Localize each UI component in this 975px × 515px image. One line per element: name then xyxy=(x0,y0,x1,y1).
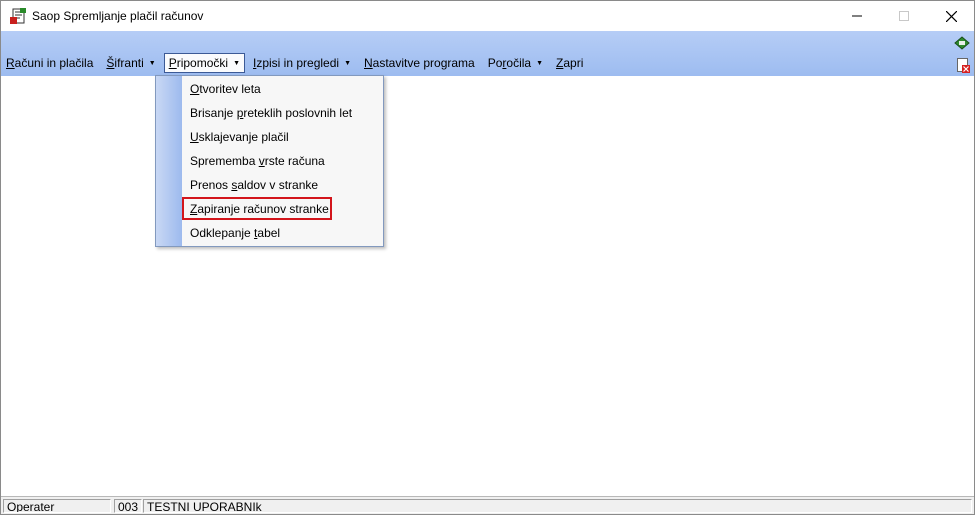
menu-item-usklajevanje-placil[interactable]: Usklajevanje plačil xyxy=(190,126,289,148)
highlight-annotation xyxy=(182,197,332,220)
close-icon xyxy=(945,10,957,22)
minimize-button[interactable] xyxy=(834,1,880,31)
menu-item-otvoritev-leta[interactable]: Otvoritev leta xyxy=(190,78,261,100)
title-bar: Saop Spremljanje plačil računov xyxy=(1,1,974,31)
menu-item-brisanje-preteklih-let[interactable]: Brisanje preteklih poslovnih let xyxy=(190,102,352,124)
menu-item-odklepanje-tabel[interactable]: Odklepanje tabel xyxy=(190,222,280,244)
menu-item-sprememba-vrste-racuna[interactable]: Sprememba vrste računa xyxy=(190,150,325,172)
maximize-button[interactable] xyxy=(881,1,927,31)
status-operator-label: Operater xyxy=(3,499,111,513)
menu-racuni-in-placila[interactable]: Računi in plačila xyxy=(1,53,98,73)
app-window: Saop Spremljanje plačil računov Računi i… xyxy=(0,0,975,515)
status-bar: Operater 003 TESTNI UPORABNIk xyxy=(1,496,974,514)
minimize-icon xyxy=(852,15,862,17)
menu-items: Računi in plačila Šifranti ▼ Pripomočki ▼ … xyxy=(1,53,591,73)
menu-izpisi-in-pregledi[interactable]: Izpisi in pregledi ▼ xyxy=(248,53,356,73)
menu-bar: Računi in plačila Šifranti ▼ Pripomočki ▼ … xyxy=(1,31,974,76)
maximize-icon xyxy=(899,11,909,21)
menu-zapri[interactable]: Zapri xyxy=(551,53,588,73)
run-icon[interactable] xyxy=(953,35,971,51)
window-title: Saop Spremljanje plačil računov xyxy=(32,9,204,23)
exit-icon[interactable] xyxy=(957,58,970,73)
status-operator-name: TESTNI UPORABNIk xyxy=(143,499,972,513)
menu-item-prenos-saldov[interactable]: Prenos saldov v stranke xyxy=(190,174,318,196)
menu-porocila[interactable]: Po r očila ▼ xyxy=(483,53,548,73)
dropdown-arrow-icon: ▼ xyxy=(148,59,156,67)
dropdown-arrow-icon: ▼ xyxy=(233,59,240,67)
pripomocki-dropdown: Otvoritev leta Brisanje preteklih poslov… xyxy=(155,75,384,247)
close-button[interactable] xyxy=(928,1,974,31)
app-icon xyxy=(10,8,26,24)
dropdown-gutter xyxy=(156,76,182,246)
menu-sifranti[interactable]: Šifranti ▼ xyxy=(101,53,160,73)
menu-nastavitve-programa[interactable]: Nastavitve programa xyxy=(359,53,480,73)
status-operator-code: 003 xyxy=(114,499,142,513)
dropdown-arrow-icon: ▼ xyxy=(536,59,544,67)
dropdown-arrow-icon: ▼ xyxy=(344,59,351,67)
menu-pripomocki[interactable]: Pripomočki ▼ xyxy=(163,53,245,73)
